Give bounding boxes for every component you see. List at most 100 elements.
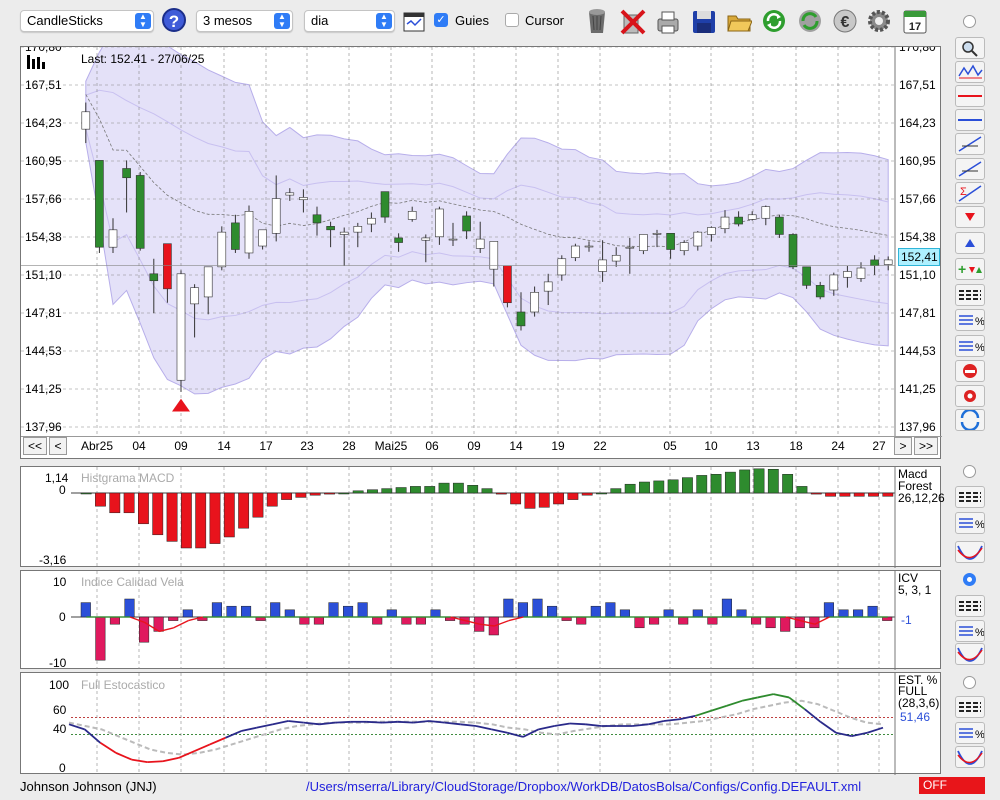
icv-curve-icon[interactable] bbox=[955, 643, 985, 665]
y-tick-left: 167,51 bbox=[25, 78, 62, 92]
stoch-d-line bbox=[68, 699, 884, 756]
down-arrow-icon[interactable] bbox=[955, 206, 985, 228]
candle-body bbox=[734, 216, 743, 225]
rows-icon[interactable] bbox=[955, 284, 985, 306]
stoch-k-segment bbox=[554, 722, 571, 727]
macd-bar bbox=[266, 492, 278, 507]
euro-icon[interactable]: € bbox=[832, 7, 858, 35]
macd-bar bbox=[223, 492, 235, 538]
red-line-icon[interactable] bbox=[955, 85, 985, 107]
macd-arrows-icon[interactable] bbox=[955, 486, 985, 508]
icv-bar bbox=[838, 609, 849, 618]
candle-body bbox=[394, 237, 403, 243]
stoch-percent-icon[interactable]: % bbox=[955, 722, 985, 744]
macd-bar bbox=[810, 492, 822, 495]
panel-select-radio-stoch[interactable] bbox=[963, 676, 976, 689]
macd-bar bbox=[281, 492, 292, 500]
equal-percent-icon[interactable]: % bbox=[955, 335, 985, 357]
nav-first-button[interactable]: << bbox=[23, 437, 47, 455]
bars-logo-icon bbox=[27, 55, 45, 69]
macd-bar bbox=[295, 492, 307, 498]
candle-body bbox=[244, 211, 254, 254]
candle-body bbox=[625, 246, 635, 249]
trendline-icon[interactable] bbox=[955, 158, 985, 180]
toolbar: CandleSticks ▲ ▼ ? 3 mesos ▲ ▼ dia ▲ ▼ ✓ Gu… bbox=[0, 0, 1000, 42]
up-arrow-icon[interactable] bbox=[955, 232, 985, 254]
candle-body bbox=[108, 229, 118, 248]
macd-bar bbox=[467, 485, 479, 494]
icv-arrows-icon[interactable] bbox=[955, 595, 985, 617]
stoch-curve-icon[interactable] bbox=[955, 746, 985, 768]
channel-icon[interactable] bbox=[955, 133, 985, 155]
candlestick-chart[interactable]: 170,80 170,80 167,51 167,51 164,23 164,23 160,… bbox=[21, 47, 942, 460]
sum-trend-icon[interactable]: Σ bbox=[955, 182, 985, 204]
zoom-icon[interactable] bbox=[955, 37, 985, 59]
stoch-k-segment bbox=[726, 699, 743, 707]
chart-type-select[interactable]: CandleSticks ▲ ▼ bbox=[20, 10, 154, 32]
save-icon[interactable] bbox=[691, 7, 717, 35]
stoch-y-100: 100 bbox=[49, 678, 70, 692]
current-price-badge: 152,41 bbox=[898, 248, 940, 266]
y-tick-left: 141,25 bbox=[25, 382, 62, 396]
macd-bar bbox=[596, 492, 607, 495]
candle-body bbox=[258, 229, 267, 247]
guides-checkbox[interactable]: ✓ bbox=[434, 13, 448, 27]
stoch-k-segment bbox=[303, 721, 320, 726]
percent-scale-icon[interactable]: % bbox=[955, 309, 985, 331]
icv-percent-icon[interactable]: % bbox=[955, 620, 985, 642]
nav-last-button[interactable]: >> bbox=[914, 437, 938, 455]
icv-bar bbox=[605, 602, 616, 618]
no-entry-icon[interactable] bbox=[955, 360, 985, 382]
svg-text:+: + bbox=[958, 261, 966, 277]
macd-curve-icon[interactable] bbox=[955, 541, 985, 563]
trash-icon[interactable] bbox=[584, 7, 610, 35]
stoch-k-segment bbox=[366, 720, 383, 724]
icv-bar bbox=[649, 616, 660, 625]
panel-select-radio-icv[interactable] bbox=[963, 573, 976, 586]
nav-next-button[interactable]: > bbox=[894, 437, 912, 455]
x-tick-label: 06 bbox=[425, 439, 439, 453]
panel-select-radio-macd[interactable] bbox=[963, 465, 976, 478]
gear-icon[interactable] bbox=[866, 7, 892, 35]
candle-scale-icon[interactable] bbox=[955, 61, 985, 83]
panel-select-radio-main[interactable] bbox=[963, 15, 976, 28]
icv-bar bbox=[867, 605, 878, 618]
icv-bar bbox=[823, 602, 834, 618]
sync-icon[interactable] bbox=[797, 7, 823, 35]
stoch-k-segment bbox=[835, 731, 852, 737]
candle-body bbox=[679, 242, 689, 251]
blue-line-icon[interactable] bbox=[955, 109, 985, 131]
stoch-k-segment bbox=[241, 726, 258, 732]
print-icon[interactable] bbox=[655, 7, 681, 35]
stoch-k-segment bbox=[209, 736, 226, 746]
calendar-grid-icon[interactable] bbox=[403, 12, 425, 32]
calendar-icon[interactable]: 17 bbox=[902, 7, 928, 35]
stoch-arrows-icon[interactable] bbox=[955, 696, 985, 718]
stoch-k-segment bbox=[335, 720, 351, 724]
macd-bar bbox=[882, 492, 894, 497]
red-dot-icon[interactable] bbox=[955, 385, 985, 407]
help-icon[interactable]: ? bbox=[162, 8, 186, 32]
macd-percent-icon[interactable]: % bbox=[955, 512, 985, 534]
icv-bar bbox=[590, 605, 601, 618]
candle-body bbox=[883, 259, 893, 265]
interval-select[interactable]: dia ▲ ▼ bbox=[304, 10, 395, 32]
open-folder-icon[interactable] bbox=[726, 7, 752, 35]
guides-label: Guies bbox=[455, 13, 489, 28]
period-select[interactable]: 3 mesos ▲ ▼ bbox=[196, 10, 293, 32]
macd-y-bottom: -3,16 bbox=[39, 553, 67, 567]
swap-icon[interactable] bbox=[955, 408, 985, 432]
macd-bar bbox=[610, 488, 622, 494]
off-indicator[interactable]: OFF bbox=[919, 777, 985, 794]
add-indicator-icon[interactable]: + bbox=[955, 258, 985, 280]
icv-bar bbox=[124, 598, 135, 618]
icv-bar bbox=[576, 616, 587, 625]
nav-prev-button[interactable]: < bbox=[49, 437, 67, 455]
config-path-link[interactable]: /Users/mserra/Library/CloudStorage/Dropb… bbox=[306, 779, 861, 794]
svg-text:%: % bbox=[975, 316, 984, 328]
macd-bar bbox=[796, 486, 808, 494]
delete-icon[interactable] bbox=[620, 7, 646, 35]
refresh-icon[interactable] bbox=[761, 7, 787, 35]
x-tick-label: 27 bbox=[872, 439, 886, 453]
cursor-checkbox[interactable] bbox=[505, 13, 519, 27]
